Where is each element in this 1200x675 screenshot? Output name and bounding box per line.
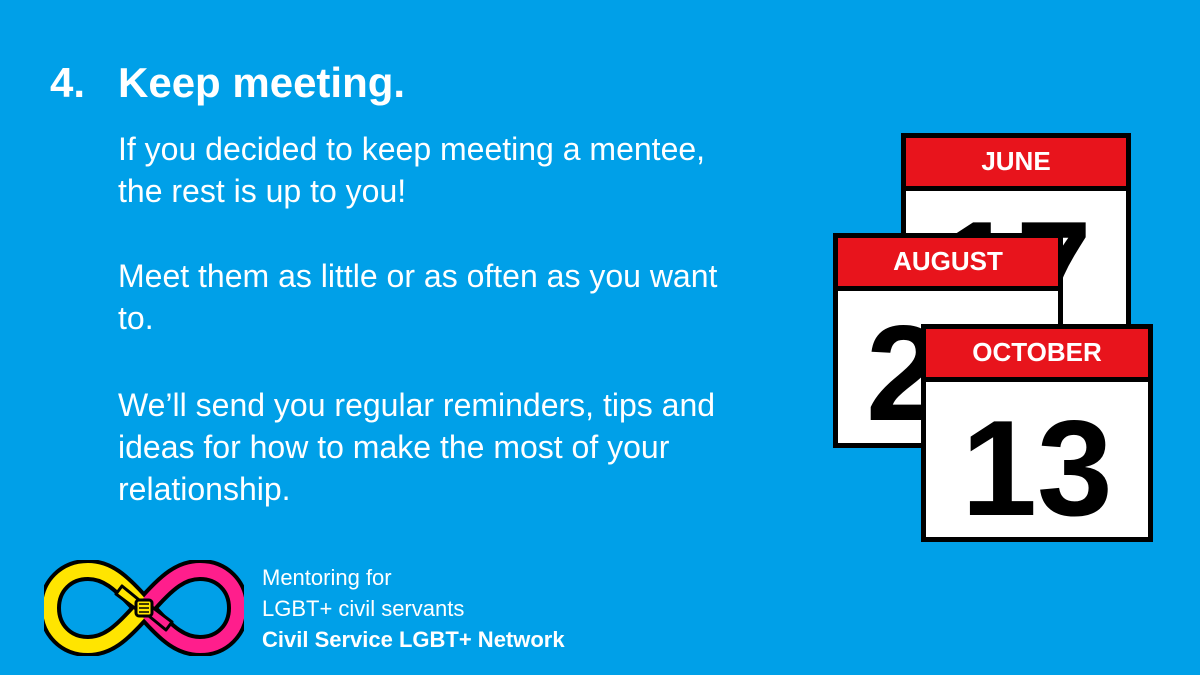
calendar-month-label: JUNE <box>906 138 1126 191</box>
infinity-hands-icon <box>38 558 250 658</box>
step-number: 4. <box>50 59 86 106</box>
footer-line-mentoring: Mentoring for <box>262 565 392 590</box>
footer-network-name: Civil Service LGBT+ Network <box>262 627 565 652</box>
footer: Mentoring for LGBT+ civil servants Civil… <box>262 562 565 655</box>
calendar-month-label: AUGUST <box>838 238 1058 291</box>
paragraph-meet-frequency: Meet them as little or as often as you w… <box>118 258 718 336</box>
calendar-october-icon: OCTOBER 13 <box>921 324 1153 542</box>
calendar-day-number: 13 <box>961 392 1113 544</box>
paragraph-keep-meeting: If you decided to keep meeting a mentee,… <box>118 131 706 209</box>
calendar-month-label: OCTOBER <box>926 329 1148 382</box>
page-title: Keep meeting. <box>118 59 406 106</box>
paragraph-reminders: We’ll send you regular reminders, tips a… <box>118 387 716 507</box>
footer-line-audience: LGBT+ civil servants <box>262 596 465 621</box>
